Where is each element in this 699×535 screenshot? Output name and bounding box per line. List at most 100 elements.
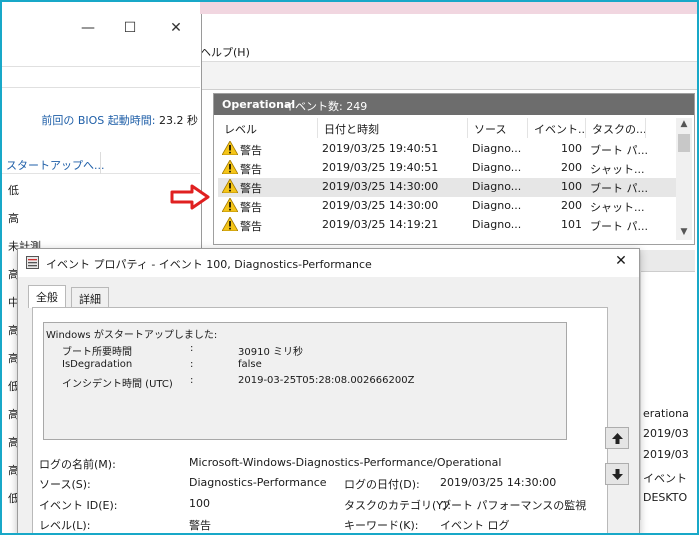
arrow-up-icon bbox=[612, 433, 623, 444]
row-task: ブート パ... bbox=[590, 144, 648, 157]
warning-icon bbox=[222, 141, 238, 155]
minimize-icon[interactable]: — bbox=[78, 20, 98, 38]
event-table-scrollbar[interactable]: ▲ ▼ bbox=[676, 118, 692, 240]
log-name-label: ログの名前(M): bbox=[39, 458, 116, 471]
event-table: レベル 日付と時刻 ソース イベント... タスクの... 警告 2019/03… bbox=[218, 118, 678, 238]
event-detail-pane: erationa 2019/03 2019/03 イベント DESKTO bbox=[640, 250, 695, 520]
row-event-id: 101 bbox=[561, 218, 582, 231]
menu-help[interactable]: ヘルプ(H) bbox=[200, 44, 250, 60]
close-icon[interactable]: ✕ bbox=[611, 253, 631, 273]
row-event-id: 100 bbox=[561, 142, 582, 155]
column-header-source[interactable]: ソース bbox=[468, 118, 528, 138]
row-event-id: 200 bbox=[561, 199, 582, 212]
row-level: 警告 bbox=[240, 144, 262, 157]
source-value: Diagnostics-Performance bbox=[189, 476, 327, 489]
next-event-button[interactable] bbox=[605, 463, 629, 485]
row-source: Diagno... bbox=[472, 180, 522, 193]
table-row-selected[interactable]: 警告 2019/03/25 14:30:00 Diagno... 100 ブート… bbox=[218, 178, 678, 197]
row-source: Diagno... bbox=[472, 218, 522, 231]
startup-impact: 低 bbox=[8, 184, 19, 197]
task-category-value: ブート パフォーマンスの監視 bbox=[440, 499, 587, 512]
arrow-down-icon bbox=[612, 469, 623, 480]
row-task: ブート パ... bbox=[590, 182, 648, 195]
tab-details[interactable]: 詳細 bbox=[71, 287, 109, 307]
event-id-value: 100 bbox=[189, 497, 210, 510]
table-row[interactable]: 警告 2019/03/25 19:40:51 Diagno... 100 ブート… bbox=[218, 140, 678, 159]
description-value: false bbox=[238, 359, 262, 370]
warning-icon bbox=[222, 179, 238, 193]
detail-fragment: erationa bbox=[643, 407, 689, 420]
tab-general[interactable]: 全般 bbox=[28, 285, 66, 308]
startup-table-header: スタートアップへ... bbox=[0, 152, 200, 174]
bios-boot-time: 前回の BIOS 起動時間: 23.2 秒 bbox=[0, 112, 198, 128]
close-icon[interactable]: ✕ bbox=[166, 20, 186, 38]
row-level: 警告 bbox=[240, 201, 262, 214]
description-separator: : bbox=[190, 375, 194, 386]
row-source: Diagno... bbox=[472, 142, 522, 155]
scroll-down-icon[interactable]: ▼ bbox=[679, 227, 689, 239]
column-separator bbox=[100, 152, 101, 174]
dialog-title: イベント プロパティ - イベント 100, Diagnostics-Perfo… bbox=[46, 258, 372, 271]
description-label: IsDegradation bbox=[62, 359, 133, 370]
column-header-event-id[interactable]: イベント... bbox=[528, 118, 586, 138]
warning-icon bbox=[222, 217, 238, 231]
description-separator: : bbox=[190, 343, 194, 354]
detail-pane-header bbox=[641, 250, 695, 272]
event-id-label: イベント ID(E): bbox=[39, 499, 118, 512]
keyword-value: イベント ログ bbox=[440, 519, 510, 532]
operational-pane: Operational イベント数: 249 レベル 日付と時刻 ソース イベン… bbox=[213, 93, 695, 245]
bios-value: 23.2 秒 bbox=[159, 114, 198, 127]
event-description-box: Windows がスタートアップしました: ブート所要時間 : 30910 ミリ… bbox=[43, 322, 567, 440]
level-label: レベル(L): bbox=[39, 519, 91, 532]
row-datetime: 2019/03/25 19:40:51 bbox=[322, 142, 439, 155]
bios-label: 前回の BIOS 起動時間: bbox=[41, 114, 156, 127]
startup-impact: 高 bbox=[8, 212, 19, 225]
table-row[interactable]: 警告 2019/03/25 14:19:21 Diagno... 101 ブート… bbox=[218, 216, 678, 235]
desktop-strip bbox=[200, 0, 699, 14]
description-label: ブート所要時間 bbox=[62, 347, 132, 358]
warning-icon bbox=[222, 198, 238, 212]
description-value: 30910 ミリ秒 bbox=[238, 347, 303, 358]
column-header-level[interactable]: レベル bbox=[218, 118, 318, 138]
row-datetime: 2019/03/25 19:40:51 bbox=[322, 161, 439, 174]
detail-fragment: DESKTO bbox=[643, 491, 688, 504]
keyword-label: キーワード(K): bbox=[344, 519, 419, 532]
table-row[interactable]: 警告 2019/03/25 19:40:51 Diagno... 200 シャッ… bbox=[218, 159, 678, 178]
column-header-datetime[interactable]: 日付と時刻 bbox=[318, 118, 468, 138]
description-headline: Windows がスタートアップしました: bbox=[46, 330, 218, 341]
log-name-value: Microsoft-Windows-Diagnostics-Performanc… bbox=[189, 456, 502, 469]
startup-toolbar bbox=[0, 66, 200, 88]
row-level: 警告 bbox=[240, 182, 262, 195]
event-viewer-toolbar bbox=[200, 62, 699, 90]
detail-fragment: 2019/03 bbox=[643, 448, 689, 461]
row-datetime: 2019/03/25 14:19:21 bbox=[322, 218, 439, 231]
row-level: 警告 bbox=[240, 220, 262, 233]
row-task: シャット... bbox=[590, 163, 645, 176]
level-value: 警告 bbox=[189, 519, 211, 532]
row-datetime: 2019/03/25 14:30:00 bbox=[322, 199, 439, 212]
task-category-label: タスクのカテゴリ(Y): bbox=[344, 499, 452, 512]
row-source: Diagno... bbox=[472, 161, 522, 174]
row-event-id: 200 bbox=[561, 161, 582, 174]
event-viewer-menubar: ヘルプ(H) bbox=[200, 38, 699, 62]
row-source: Diagno... bbox=[472, 199, 522, 212]
startup-window-titlebar: — ☐ ✕ bbox=[0, 14, 200, 46]
event-viewer-icon bbox=[26, 256, 39, 269]
row-task: ブート パ... bbox=[590, 220, 648, 233]
warning-icon bbox=[222, 160, 238, 174]
general-tab-panel: Windows がスタートアップしました: ブート所要時間 : 30910 ミリ… bbox=[32, 307, 608, 535]
table-row[interactable]: 警告 2019/03/25 14:30:00 Diagno... 200 シャッ… bbox=[218, 197, 678, 216]
scrollbar-thumb[interactable] bbox=[678, 134, 690, 152]
dialog-titlebar: イベント プロパティ - イベント 100, Diagnostics-Perfo… bbox=[18, 249, 639, 277]
row-datetime: 2019/03/25 14:30:00 bbox=[322, 180, 439, 193]
previous-event-button[interactable] bbox=[605, 427, 629, 449]
maximize-icon[interactable]: ☐ bbox=[120, 20, 140, 38]
log-date-label: ログの日付(D): bbox=[344, 478, 420, 491]
detail-fragment: イベント bbox=[643, 472, 687, 485]
log-date-value: 2019/03/25 14:30:00 bbox=[440, 476, 557, 489]
scroll-up-icon[interactable]: ▲ bbox=[679, 119, 689, 131]
column-header-task[interactable]: タスクの... bbox=[586, 118, 646, 138]
event-properties-dialog: イベント プロパティ - イベント 100, Diagnostics-Perfo… bbox=[17, 248, 640, 535]
event-count: イベント数: 249 bbox=[284, 100, 368, 113]
column-header-startup-impact[interactable]: スタートアップへ... bbox=[6, 157, 105, 173]
